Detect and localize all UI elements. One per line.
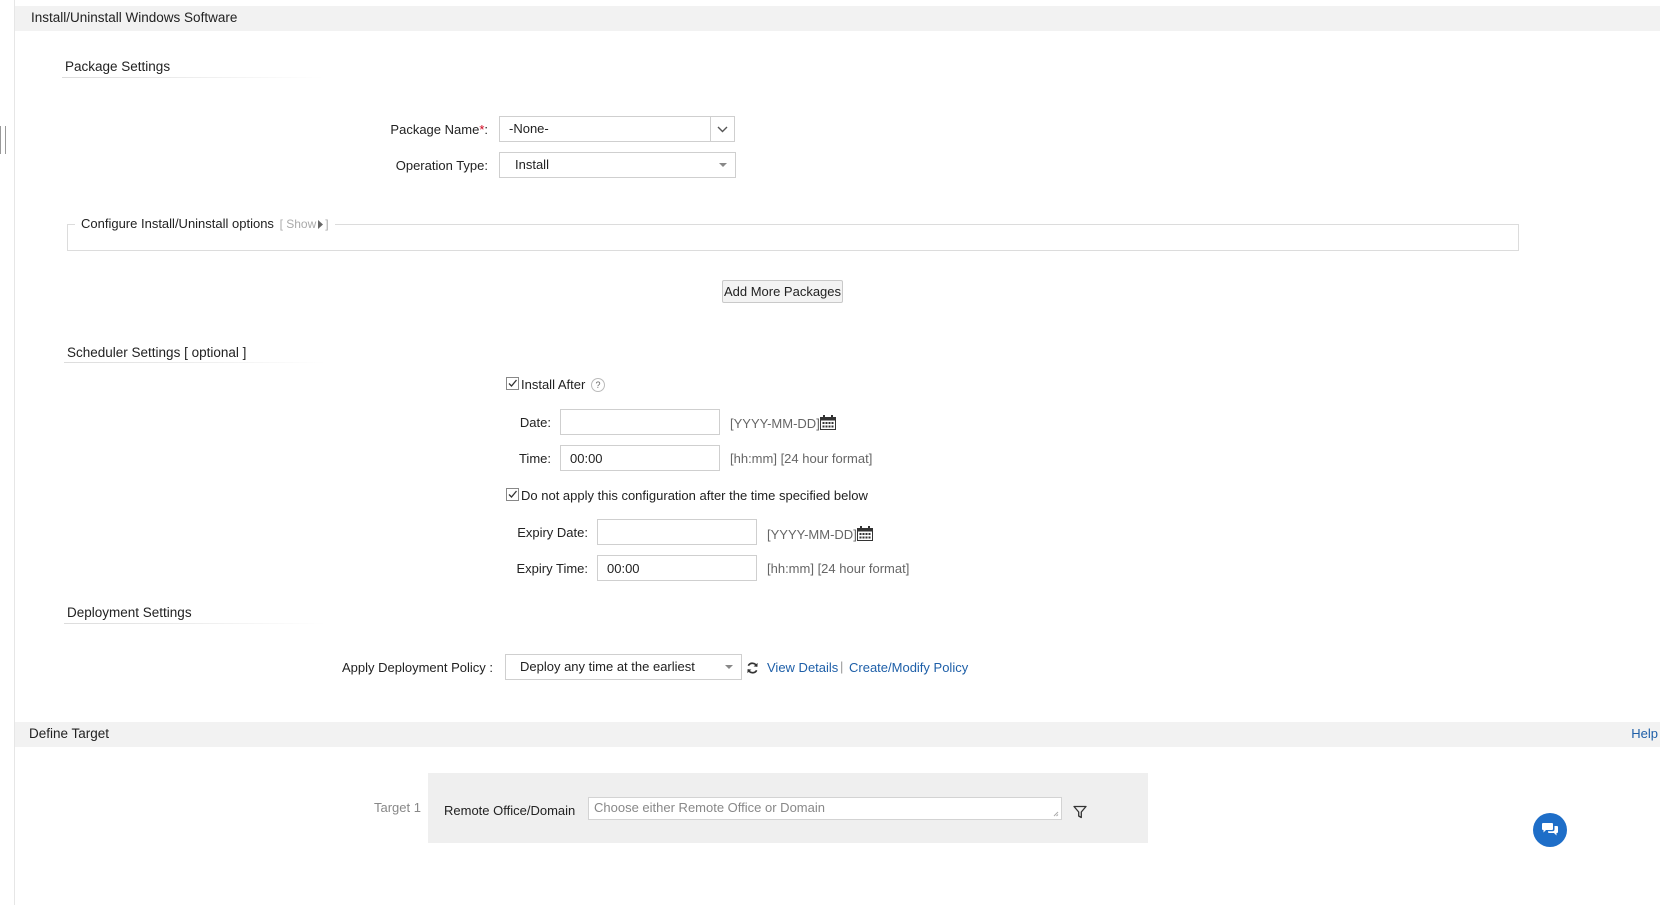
chat-button[interactable] (1533, 813, 1567, 847)
side-panel-grip[interactable] (0, 126, 6, 154)
remote-office-placeholder: Choose either Remote Office or Domain (594, 800, 825, 815)
help-link[interactable]: Help (1631, 726, 1658, 741)
checkmark-icon (508, 379, 517, 387)
deployment-policy-select[interactable]: Deploy any time at the earliest (505, 654, 742, 680)
configure-options-legend: Configure Install/Uninstall options [ Sh… (75, 216, 335, 231)
package-settings-heading: Package Settings (65, 59, 171, 74)
expiry-date-format-hint: [YYYY-MM-DD] (767, 527, 857, 542)
remote-office-input[interactable]: Choose either Remote Office or Domain (588, 797, 1062, 820)
refresh-icon[interactable] (746, 661, 759, 675)
caret-right-icon (318, 220, 324, 229)
operation-type-label: Operation Type: (395, 158, 488, 173)
label-colon: : (484, 122, 488, 137)
caret-down-icon (725, 665, 733, 669)
expiry-date-input[interactable] (597, 519, 757, 545)
time-input[interactable] (560, 445, 720, 471)
install-after-checkbox[interactable] (506, 377, 519, 390)
show-options-toggle[interactable]: [ Show] (280, 217, 329, 231)
time-label: Time: (518, 451, 551, 466)
package-name-select[interactable]: -None- (499, 116, 735, 142)
deployment-policy-label: Apply Deployment Policy : (341, 660, 493, 675)
date-format-hint: [YYYY-MM-DD] (730, 416, 820, 431)
date-input[interactable] (560, 409, 720, 435)
calendar-icon[interactable] (820, 415, 836, 430)
expiry-time-format-hint: [hh:mm] [24 hour format] (767, 561, 910, 576)
link-separator: | (840, 659, 844, 674)
expiry-checkbox-label: Do not apply this configuration after th… (521, 488, 868, 503)
create-modify-policy-link[interactable]: Create/Modify Policy (849, 660, 968, 675)
package-name-dropdown-button[interactable] (710, 117, 734, 141)
section-divider (62, 77, 324, 78)
target-label: Target 1 (374, 800, 421, 815)
package-name-label-text: Package Name (390, 122, 480, 137)
expiry-time-label: Expiry Time: (516, 561, 588, 576)
operation-type-select[interactable]: Install (499, 152, 736, 178)
time-format-hint: [hh:mm] [24 hour format] (730, 451, 873, 466)
expiry-checkbox[interactable] (506, 488, 519, 501)
help-icon[interactable]: ? (591, 378, 605, 392)
deployment-policy-value: Deploy any time at the earliest (520, 659, 695, 674)
expiry-time-input[interactable] (597, 555, 757, 581)
filter-icon[interactable] (1073, 805, 1087, 819)
resize-grip-icon[interactable] (1053, 811, 1059, 817)
page-title-bar: Install/Uninstall Windows Software (15, 6, 1660, 31)
install-after-label: Install After (521, 377, 586, 392)
show-toggle-text: [ Show (279, 217, 317, 231)
checkmark-icon (508, 490, 517, 498)
expiry-date-label: Expiry Date: (517, 525, 588, 540)
package-name-value: -None- (509, 121, 549, 136)
chevron-down-icon (717, 126, 728, 133)
package-name-label: Package Name*: (340, 122, 488, 137)
caret-down-icon (719, 163, 727, 167)
operation-type-value: Install (515, 157, 549, 172)
section-divider (64, 362, 326, 363)
help-glyph: ? (595, 380, 601, 390)
chat-icon (1542, 823, 1558, 836)
calendar-icon[interactable] (857, 526, 873, 541)
deployment-settings-heading: Deployment Settings (67, 605, 192, 620)
view-details-link[interactable]: View Details (767, 660, 838, 675)
configure-options-label: Configure Install/Uninstall options (81, 216, 274, 231)
scheduler-settings-heading: Scheduler Settings [ optional ] (67, 345, 247, 360)
page-title: Install/Uninstall Windows Software (31, 10, 238, 25)
show-toggle-close: ] (325, 217, 329, 231)
define-target-heading: Define Target (29, 726, 110, 741)
define-target-bar: Define Target Help (15, 722, 1660, 747)
section-divider (64, 623, 326, 624)
date-label: Date: (519, 415, 551, 430)
add-more-packages-button[interactable]: Add More Packages (722, 280, 843, 303)
target-panel: Remote Office/Domain Choose either Remot… (428, 773, 1148, 843)
remote-office-label: Remote Office/Domain (444, 803, 576, 818)
